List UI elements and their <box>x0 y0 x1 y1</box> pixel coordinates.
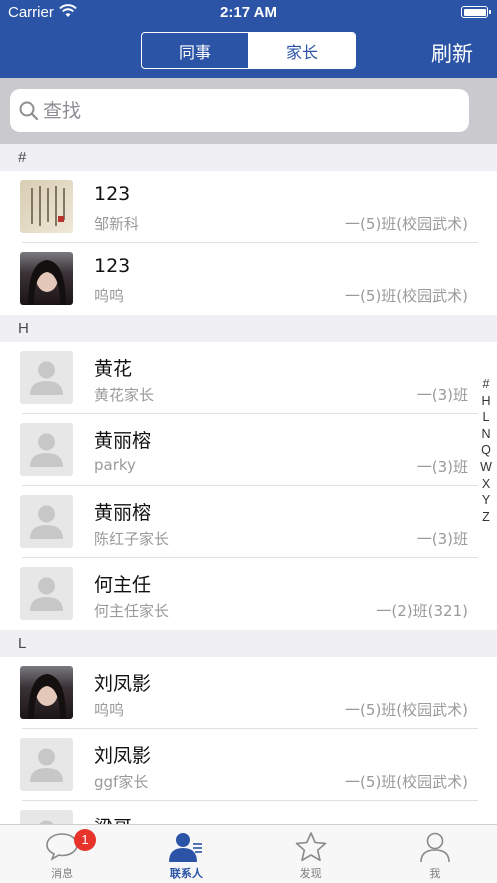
nav-header: Carrier 2:17 AM 同事 家长 刷新 <box>0 0 497 78</box>
contact-name: 梁哥 <box>94 813 132 824</box>
index-letter[interactable]: H <box>479 393 493 410</box>
contact-row[interactable]: 梁哥 <box>0 801 497 824</box>
index-letter[interactable]: Y <box>479 492 493 509</box>
contact-name: 黄花 <box>94 358 133 380</box>
index-letter[interactable]: Q <box>479 442 493 459</box>
default-avatar-icon <box>20 423 73 476</box>
avatar <box>20 252 73 305</box>
calligraphy-avatar-image <box>31 186 65 226</box>
status-bar: Carrier 2:17 AM <box>0 0 497 26</box>
contact-subtitle: 呜呜 <box>94 701 125 719</box>
section-header: L <box>0 630 497 657</box>
contact-class: 一(3)班 <box>416 458 468 476</box>
segment-parents[interactable]: 家长 <box>249 33 355 68</box>
contact-name: 何主任 <box>94 574 152 596</box>
contact-row[interactable]: 刘凤影 呜呜 一(5)班(校园武术) <box>0 657 497 729</box>
index-letter[interactable]: L <box>479 409 493 426</box>
index-letter[interactable]: Z <box>479 509 493 526</box>
contact-name: 刘凤影 <box>94 745 152 767</box>
tab-messages[interactable]: 1 消息 <box>0 825 124 883</box>
default-avatar-icon <box>20 810 73 824</box>
contact-name: 刘凤影 <box>94 673 152 695</box>
tab-label: 消息 <box>51 867 74 880</box>
contact-row[interactable]: 黄丽榕 parky 一(3)班 <box>0 414 497 486</box>
star-icon <box>295 832 326 862</box>
default-avatar-icon <box>20 351 73 404</box>
person-icon <box>420 832 450 863</box>
segmented-control: 同事 家长 <box>141 32 356 69</box>
contact-list: # 123 邹新科 一(5)班(校园武术) 123 呜呜 一(5)班(校园武术)… <box>0 144 497 824</box>
contact-subtitle: 陈红子家长 <box>94 530 170 548</box>
contact-class: 一(3)班 <box>416 386 468 404</box>
default-avatar-icon <box>20 567 73 620</box>
segment-colleagues[interactable]: 同事 <box>142 33 249 68</box>
contact-class: 一(2)班(321) <box>376 602 468 620</box>
index-letter[interactable]: N <box>479 426 493 443</box>
search-box <box>10 89 469 132</box>
avatar <box>20 666 73 719</box>
avatar <box>20 180 73 233</box>
search-icon <box>19 101 39 121</box>
index-letter[interactable]: W <box>479 459 493 476</box>
contact-row[interactable]: 刘凤影 ggf家长 一(5)班(校园武术) <box>0 729 497 801</box>
tab-bar: 1 消息 联系人 发现 我 <box>0 824 497 883</box>
contact-row[interactable]: 黄丽榕 陈红子家长 一(3)班 <box>0 486 497 558</box>
unread-badge: 1 <box>74 829 96 851</box>
photo-avatar-image <box>28 260 66 305</box>
default-avatar-icon <box>20 738 73 791</box>
battery-icon <box>461 6 491 18</box>
contact-subtitle: 黄花家长 <box>94 386 155 404</box>
search-input[interactable] <box>43 89 443 132</box>
tab-me[interactable]: 我 <box>373 825 497 883</box>
contact-name: 123 <box>94 255 131 277</box>
contact-class: 一(5)班(校园武术) <box>345 701 468 719</box>
refresh-button[interactable]: 刷新 <box>431 38 473 68</box>
tab-label: 我 <box>429 867 441 880</box>
contact-class: 一(3)班 <box>416 530 468 548</box>
contact-subtitle: ggf家长 <box>94 773 149 791</box>
tab-discover[interactable]: 发现 <box>249 825 373 883</box>
contact-class: 一(5)班(校园武术) <box>345 215 468 233</box>
contact-row[interactable]: 123 呜呜 一(5)班(校园武术) <box>0 243 497 315</box>
tab-label: 发现 <box>299 867 322 880</box>
contact-class: 一(5)班(校园武术) <box>345 773 468 791</box>
contact-subtitle: 呜呜 <box>94 287 125 305</box>
contact-name: 黄丽榕 <box>94 430 152 452</box>
tab-label: 联系人 <box>169 867 203 880</box>
contact-row[interactable]: 黄花 黄花家长 一(3)班 <box>0 342 497 414</box>
default-avatar-icon <box>20 495 73 548</box>
photo-avatar-image <box>28 674 66 719</box>
contact-name: 黄丽榕 <box>94 502 152 524</box>
tab-contacts[interactable]: 联系人 <box>124 825 248 883</box>
section-header: # <box>0 144 497 171</box>
contact-subtitle: 何主任家长 <box>94 602 170 620</box>
contact-subtitle: 邹新科 <box>94 215 140 233</box>
index-letter[interactable]: # <box>479 376 493 393</box>
status-time: 2:17 AM <box>220 4 277 21</box>
contact-row[interactable]: 何主任 何主任家长 一(2)班(321) <box>0 558 497 630</box>
contact-class: 一(5)班(校园武术) <box>345 287 468 305</box>
contact-row[interactable]: 123 邹新科 一(5)班(校园武术) <box>0 171 497 243</box>
contact-name: 123 <box>94 183 131 205</box>
contacts-icon <box>169 833 203 862</box>
index-letter[interactable]: X <box>479 476 493 493</box>
section-header: H <box>0 315 497 342</box>
contact-subtitle: parky <box>94 456 136 474</box>
section-index-bar[interactable]: # H L N Q W X Y Z <box>479 376 493 525</box>
search-bar <box>0 78 497 144</box>
